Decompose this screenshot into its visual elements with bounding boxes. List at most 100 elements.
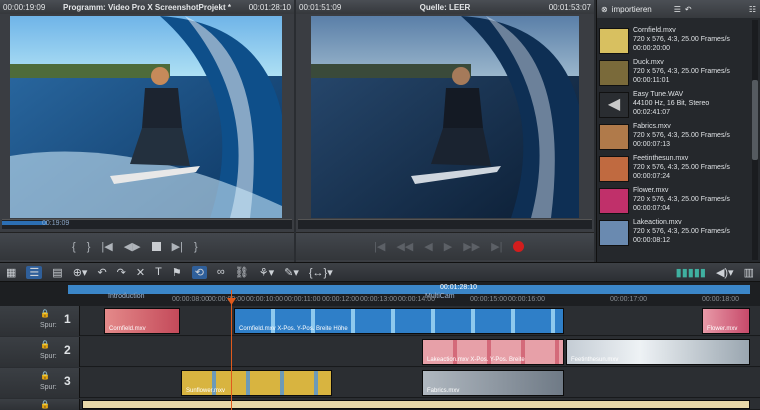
redo-icon[interactable]: ↷ bbox=[117, 266, 126, 279]
media-item[interactable]: ◀ Easy Tune.WAV 44100 Hz, 16 Bit, Stereo 0… bbox=[599, 90, 751, 122]
thumb-cornfield bbox=[599, 28, 629, 54]
audio-clip[interactable] bbox=[82, 400, 750, 409]
track-4[interactable]: 🔒 bbox=[0, 399, 760, 410]
clip-flower[interactable]: Flower.mxv bbox=[702, 308, 750, 334]
level-meter-icon: ▮▮▮▮▮ bbox=[675, 266, 706, 279]
layout-icon[interactable]: ▦ bbox=[6, 266, 16, 279]
mixer-icon[interactable]: ▥ bbox=[744, 266, 754, 279]
ruler-tick: 00:00:15:00 bbox=[470, 296, 507, 303]
import-label[interactable]: importieren bbox=[612, 5, 652, 14]
timeline-mode-icon[interactable]: ☰ bbox=[26, 265, 43, 279]
track-header: 🔒 bbox=[0, 399, 80, 410]
import-icon[interactable]: ⊗ bbox=[601, 5, 608, 14]
ruler-tick: 00:00:18:00 bbox=[702, 296, 739, 303]
record-button[interactable] bbox=[513, 241, 525, 252]
out-button[interactable]: } bbox=[194, 241, 198, 253]
next-marker-button[interactable]: ▶| bbox=[172, 240, 183, 253]
media-pool-header: ⊗ importieren ☰ ↶ ☷ bbox=[597, 0, 760, 18]
media-item[interactable]: Cornfield.mxv 720 x 576, 4:3, 25.00 Frame… bbox=[599, 26, 751, 58]
mark-in-button[interactable]: { bbox=[72, 241, 76, 253]
list-view-icon[interactable]: ☰ bbox=[674, 5, 681, 14]
program-monitor-bar: 00:00:19:09 Programm: Video Pro X Screen… bbox=[0, 0, 294, 14]
app-window: 00:00:19:09 Programm: Video Pro X Screen… bbox=[0, 0, 760, 410]
clip-icon[interactable]: ✎▾ bbox=[284, 266, 299, 279]
track-1[interactable]: 🔒 Spur: 1 Cornfield.mxv Cornfield.mxv X-… bbox=[0, 306, 760, 336]
ruler-tick: 00:00:08:00 bbox=[172, 296, 209, 303]
source-video[interactable] bbox=[311, 16, 579, 218]
ruler-tick: 00:00:14:00 bbox=[398, 296, 435, 303]
link-icon[interactable]: ∞ bbox=[217, 266, 225, 278]
mark-out-button[interactable]: } bbox=[87, 241, 91, 253]
clip-lakeaction[interactable]: Lakeaction.mxv X-Pos. Y-Pos. Breite bbox=[422, 339, 564, 365]
track-label: Spur: bbox=[40, 353, 57, 360]
ruler-timecode: 00:01:28:10 bbox=[440, 284, 477, 291]
stop-button[interactable] bbox=[151, 242, 161, 251]
marker-introduction[interactable]: Introduction bbox=[108, 293, 145, 300]
media-item[interactable]: Duck.mxv 720 x 576, 4:3, 25.00 Frames/s 00… bbox=[599, 58, 751, 90]
track-label: Spur: bbox=[40, 384, 57, 391]
prev-marker-button[interactable]: |◀ bbox=[101, 240, 112, 253]
source-back-icon: ◀ bbox=[424, 241, 433, 253]
back-icon[interactable]: ↶ bbox=[685, 5, 692, 14]
title-icon[interactable]: T bbox=[155, 266, 162, 278]
timeline-ruler[interactable]: 00:01:28:10 Introduction MultiCam 00:00:… bbox=[0, 282, 760, 306]
range-bar[interactable] bbox=[68, 285, 750, 294]
storyboard-icon[interactable]: ▤ bbox=[52, 266, 62, 279]
lock-icon[interactable]: 🔒 bbox=[40, 400, 50, 409]
clip-cornfield-2[interactable]: Cornfield.mxv X-Pos. Y-Pos. Breite Höhe bbox=[234, 308, 564, 334]
track-header: 🔒 Spur: 1 bbox=[0, 306, 80, 336]
clip-sunflower[interactable]: Sunflower.mxv bbox=[181, 370, 332, 396]
play-button[interactable]: ◀▶ bbox=[124, 240, 141, 253]
program-scrub-fill bbox=[2, 221, 47, 225]
media-item[interactable]: Fabrics.mxv 720 x 576, 4:3, 25.00 Frames/… bbox=[599, 122, 751, 154]
clip-fabrics[interactable]: Fabrics.mxv bbox=[422, 370, 564, 396]
volume-icon[interactable]: ◀)▾ bbox=[716, 266, 734, 279]
source-forward-icon: ▶▶ bbox=[463, 241, 481, 253]
lock-icon[interactable]: 🔒 bbox=[40, 371, 50, 380]
loop-icon[interactable]: ⟲ bbox=[191, 265, 207, 279]
marker-icon[interactable]: ⚑ bbox=[172, 266, 182, 279]
menu-icon[interactable]: ☷ bbox=[749, 5, 756, 14]
ruler-tick: 00:00:16:00 bbox=[508, 296, 545, 303]
source-rewind-icon: ◀◀ bbox=[396, 241, 414, 253]
media-item-info: Cornfield.mxv 720 x 576, 4:3, 25.00 Frame… bbox=[633, 27, 730, 52]
media-item[interactable]: Feetinthesun.mxv 720 x 576, 4:3, 25.00 Fr… bbox=[599, 154, 751, 186]
source-title: Quelle: LEER bbox=[419, 2, 471, 12]
source-scrubber[interactable] bbox=[298, 219, 592, 229]
ruler-tick: 00:00:10:00 bbox=[246, 296, 283, 303]
chain-icon[interactable]: ⛓ bbox=[235, 266, 249, 279]
thumb-lakeaction bbox=[599, 220, 629, 246]
playhead[interactable] bbox=[231, 290, 232, 410]
media-item-info: Lakeaction.mxv 720 x 576, 4:3, 25.00 Fram… bbox=[633, 219, 730, 244]
clip-cornfield-1[interactable]: Cornfield.mxv bbox=[104, 308, 180, 334]
lock-icon[interactable]: 🔒 bbox=[40, 309, 50, 318]
delete-icon[interactable]: ✕ bbox=[136, 266, 145, 279]
lock-icon[interactable]: 🔒 bbox=[40, 340, 50, 349]
zoom-icon[interactable]: {↔}▾ bbox=[309, 266, 333, 279]
track-2[interactable]: 🔒 Spur: 2 Lakeaction.mxv X-Pos. Y-Pos. B… bbox=[0, 337, 760, 367]
media-item[interactable]: Flower.mxv 720 x 576, 4:3, 25.00 Frames/s… bbox=[599, 186, 751, 218]
program-scrub-timecode: 00:19:09 bbox=[42, 220, 70, 227]
media-pool-scrollbar[interactable] bbox=[752, 20, 758, 260]
program-scrubber[interactable]: 00:19:09 bbox=[2, 219, 292, 229]
track-label: Spur: bbox=[40, 322, 57, 329]
media-item[interactable]: Lakeaction.mxv 720 x 576, 4:3, 25.00 Fram… bbox=[599, 218, 751, 250]
program-video[interactable] bbox=[10, 16, 282, 218]
track-number: 2 bbox=[64, 343, 71, 357]
source-transport: |◀ ◀◀ ◀ ▶ ▶▶ ▶| bbox=[296, 232, 594, 260]
effects-icon[interactable]: ⚘▾ bbox=[259, 266, 274, 279]
program-timecode-right: 00:01:28:10 bbox=[248, 2, 291, 12]
media-item-info: Duck.mxv 720 x 576, 4:3, 25.00 Frames/s 00… bbox=[633, 59, 730, 84]
program-monitor: 00:00:19:09 Programm: Video Pro X Screen… bbox=[0, 0, 294, 262]
media-item-info: Fabrics.mxv 720 x 576, 4:3, 25.00 Frames/… bbox=[633, 123, 730, 148]
scroll-thumb[interactable] bbox=[752, 80, 758, 160]
media-item-info: Feetinthesun.mxv 720 x 576, 4:3, 25.00 Fr… bbox=[633, 155, 730, 180]
track-number: 1 bbox=[64, 312, 71, 326]
mouse-mode-icon[interactable]: ⊕▾ bbox=[73, 266, 88, 279]
surfer-image bbox=[10, 16, 282, 218]
timeline-toolbar: ▦ ☰ ▤ ⊕▾ ↶ ↷ ✕ T ⚑ ⟲ ∞ ⛓ ⚘▾ ✎▾ {↔}▾ ▮▮▮▮… bbox=[0, 262, 760, 282]
clip-feetinthesun[interactable]: Feetinthesun.mxv bbox=[566, 339, 750, 365]
track-3[interactable]: 🔒 Spur: 3 Sunflower.mxv Fabrics.mxv bbox=[0, 368, 760, 398]
track-number: 3 bbox=[64, 374, 71, 388]
undo-icon[interactable]: ↶ bbox=[97, 266, 106, 279]
